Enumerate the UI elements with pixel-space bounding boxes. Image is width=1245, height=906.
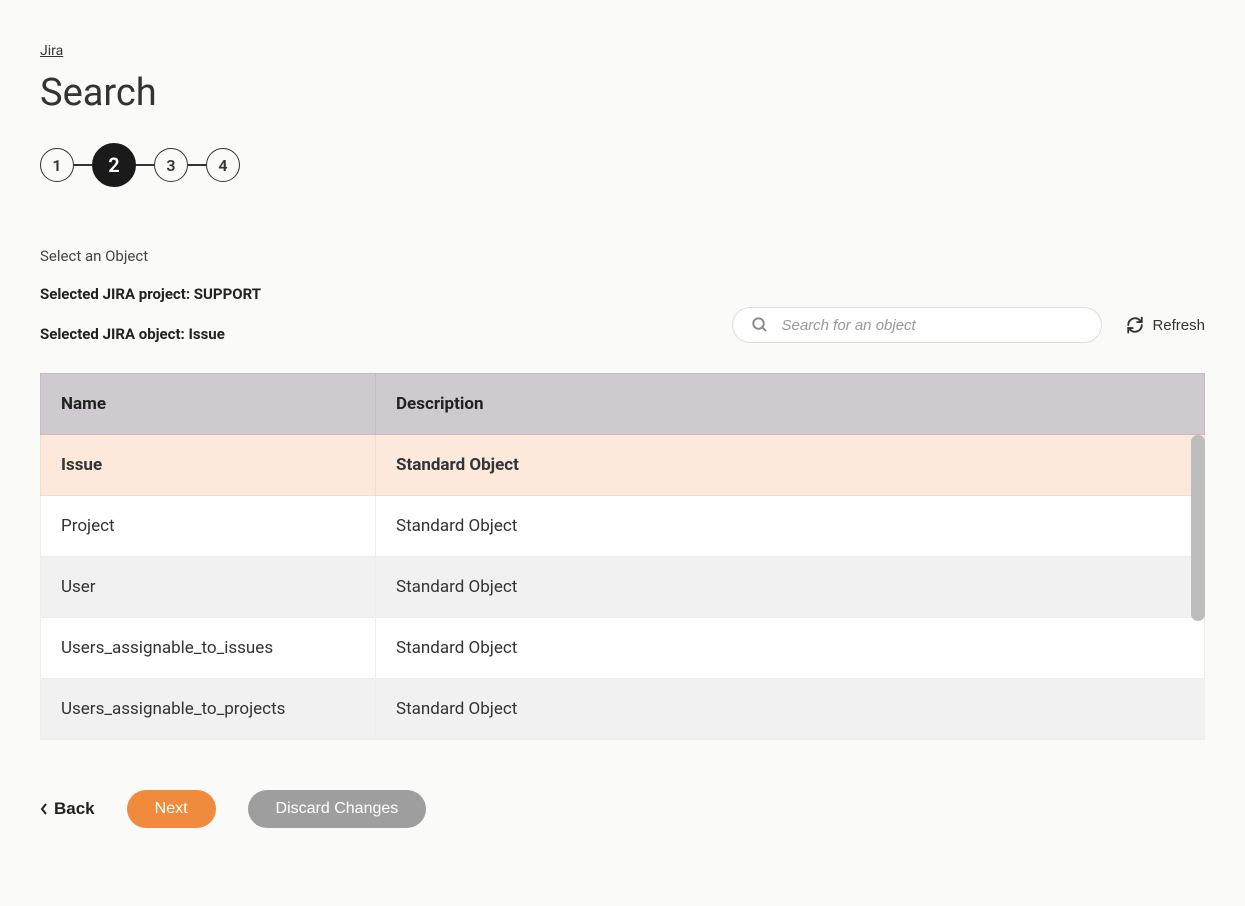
search-input-wrap[interactable] — [732, 307, 1102, 343]
step-connector — [74, 164, 92, 166]
page-title: Search — [40, 71, 1205, 115]
cell-description: Standard Object — [376, 557, 1205, 618]
search-icon — [751, 316, 769, 334]
step-4[interactable]: 4 — [206, 148, 240, 182]
table-header-name: Name — [41, 374, 376, 435]
selected-object-label: Selected JIRA object: Issue — [40, 325, 261, 343]
cell-name: Project — [41, 496, 376, 557]
objects-table-container: Name Description Issue Standard Object P… — [40, 373, 1205, 740]
refresh-icon — [1126, 316, 1144, 334]
chevron-left-icon — [40, 802, 48, 816]
step-connector — [136, 164, 154, 166]
stepper: 1 2 3 4 — [40, 143, 1205, 187]
table-row[interactable]: Project Standard Object — [41, 496, 1205, 557]
search-input[interactable] — [781, 317, 1083, 334]
cell-description: Standard Object — [376, 496, 1205, 557]
footer-buttons: Back Next Discard Changes — [40, 790, 1205, 828]
refresh-label: Refresh — [1152, 317, 1205, 334]
table-row[interactable]: Users_assignable_to_projects Standard Ob… — [41, 679, 1205, 740]
step-3[interactable]: 3 — [154, 148, 188, 182]
table-row[interactable]: Users_assignable_to_issues Standard Obje… — [41, 618, 1205, 679]
breadcrumb-jira[interactable]: Jira — [40, 43, 63, 59]
cell-name: Users_assignable_to_projects — [41, 679, 376, 740]
objects-table: Name Description Issue Standard Object P… — [40, 373, 1205, 740]
select-object-subtitle: Select an Object — [40, 247, 1205, 265]
cell-description: Standard Object — [376, 435, 1205, 496]
scrollbar[interactable] — [1191, 435, 1205, 621]
back-label: Back — [54, 799, 95, 819]
step-connector — [188, 164, 206, 166]
cell-description: Standard Object — [376, 618, 1205, 679]
table-row[interactable]: User Standard Object — [41, 557, 1205, 618]
back-button[interactable]: Back — [40, 799, 95, 819]
selected-project-label: Selected JIRA project: SUPPORT — [40, 285, 261, 303]
next-button[interactable]: Next — [127, 790, 216, 828]
cell-description: Standard Object — [376, 679, 1205, 740]
step-2[interactable]: 2 — [92, 143, 136, 187]
cell-name: Issue — [41, 435, 376, 496]
table-header-description: Description — [376, 374, 1205, 435]
step-1[interactable]: 1 — [40, 148, 74, 182]
table-row[interactable]: Issue Standard Object — [41, 435, 1205, 496]
refresh-button[interactable]: Refresh — [1126, 316, 1205, 334]
cell-name: User — [41, 557, 376, 618]
cell-name: Users_assignable_to_issues — [41, 618, 376, 679]
discard-button[interactable]: Discard Changes — [248, 790, 427, 828]
